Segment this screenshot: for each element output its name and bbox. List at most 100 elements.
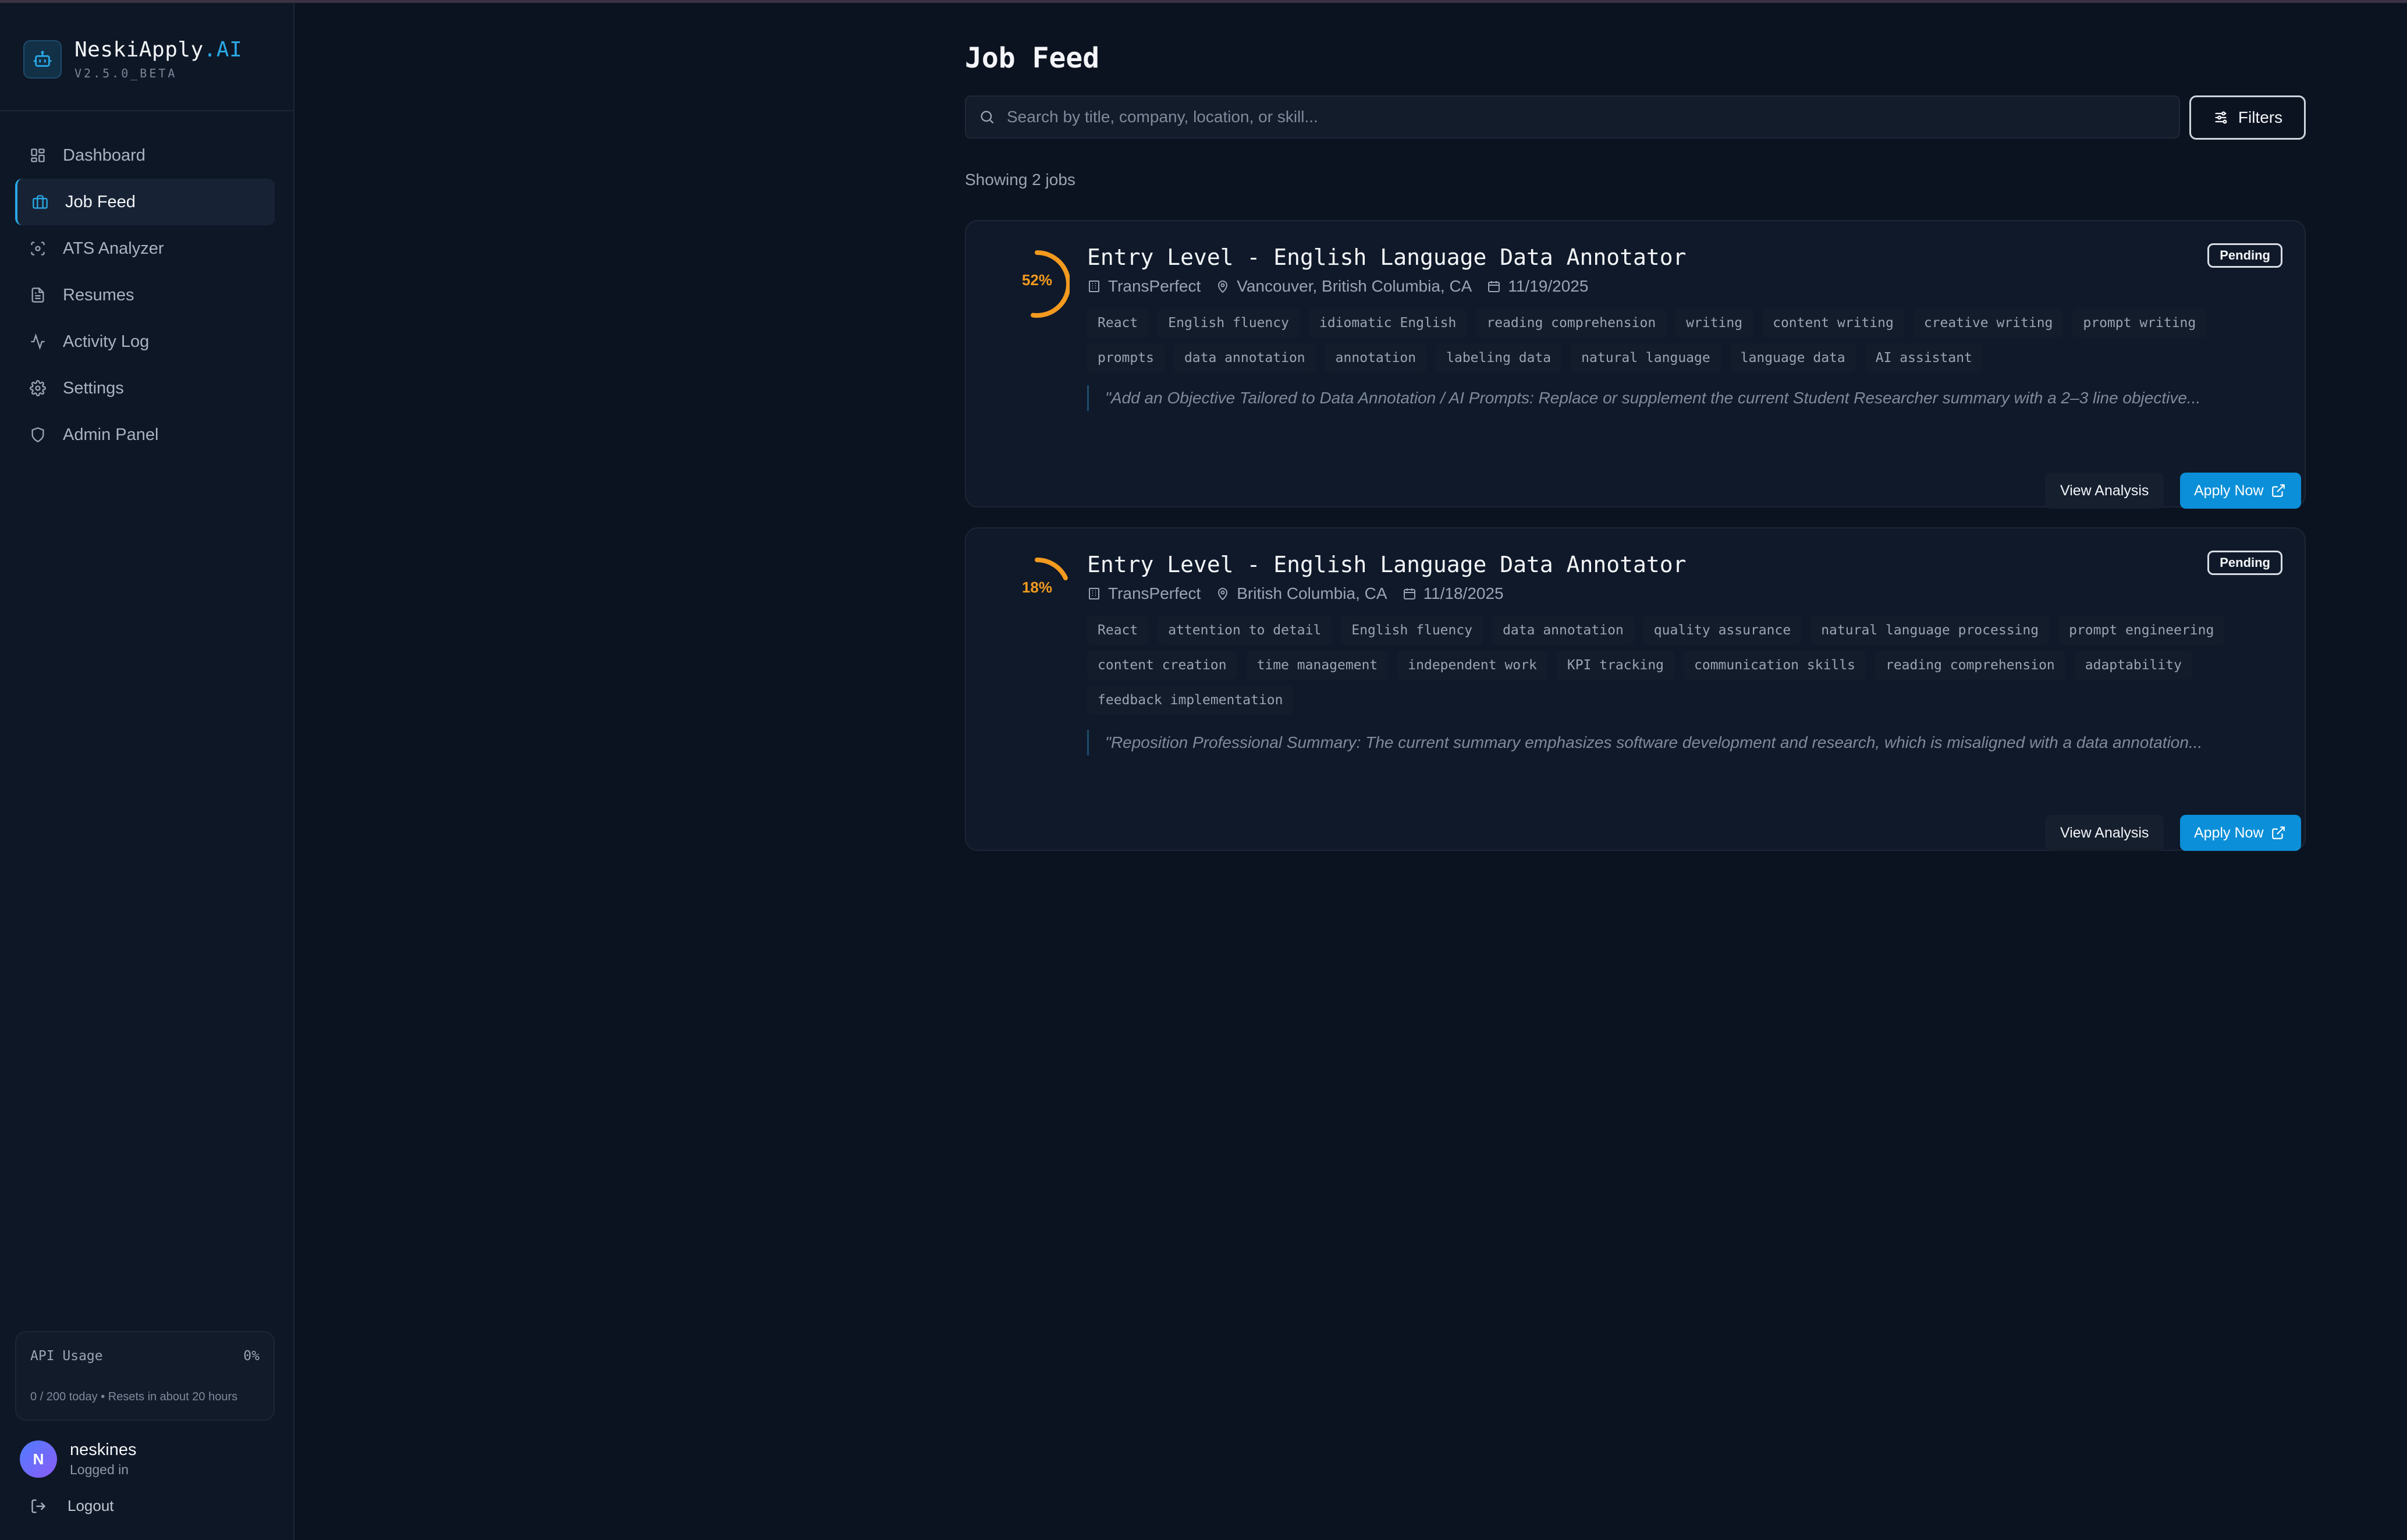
- sidebar-item-admin-panel[interactable]: Admin Panel: [15, 411, 275, 458]
- scan-icon: [29, 240, 47, 257]
- logout-icon: [30, 1498, 48, 1515]
- building-icon: [1087, 586, 1102, 601]
- skill-tag: data annotation: [1173, 343, 1316, 372]
- external-link-icon: [2271, 825, 2287, 841]
- sidebar-item-label: ATS Analyzer: [63, 239, 164, 258]
- job-company: TransPerfect: [1108, 277, 1201, 295]
- job-company: TransPerfect: [1108, 584, 1201, 602]
- building-icon: [1087, 279, 1102, 294]
- api-usage-detail: 0 / 200 today • Resets in about 20 hours: [30, 1390, 238, 1403]
- sidebar-item-dashboard[interactable]: Dashboard: [15, 132, 275, 179]
- sidebar-item-activity-log[interactable]: Activity Log: [15, 318, 275, 365]
- user-profile[interactable]: N neskines Logged in: [20, 1440, 136, 1478]
- skill-tag: creative writing: [1913, 308, 2064, 338]
- api-usage-title: API Usage: [30, 1349, 103, 1364]
- search-input[interactable]: [1007, 108, 2179, 126]
- skill-tag: feedback implementation: [1087, 686, 1294, 715]
- skill-tag: writing: [1675, 308, 1753, 338]
- sliders-icon: [2213, 109, 2230, 126]
- apply-now-label: Apply Now: [2194, 824, 2264, 841]
- page-title: Job Feed: [965, 42, 1100, 74]
- skill-tag: quality assurance: [1643, 616, 1802, 645]
- apply-now-button[interactable]: Apply Now: [2180, 473, 2301, 509]
- sidebar-item-label: Settings: [63, 378, 124, 398]
- api-usage-percent: 0%: [243, 1349, 260, 1364]
- skill-tag: prompt engineering: [2058, 616, 2225, 645]
- calendar-icon: [1487, 279, 1502, 294]
- robot-icon: [23, 40, 62, 79]
- skill-tag: AI assistant: [1865, 343, 1983, 372]
- job-card: 52% Entry Level - English Language Data …: [965, 220, 2306, 509]
- match-score: 18%: [1021, 579, 1053, 596]
- resume-suggestion: "Add an Objective Tailored to Data Annot…: [1087, 385, 2274, 411]
- skill-tags: React attention to detail English fluenc…: [1087, 616, 2274, 721]
- skill-tag: language data: [1730, 343, 1856, 372]
- job-card: 18% Entry Level - English Language Data …: [965, 527, 2306, 851]
- app-version: V2.5.0_BETA: [74, 66, 177, 80]
- view-analysis-button[interactable]: View Analysis: [2045, 815, 2164, 851]
- sidebar-item-resumes[interactable]: Resumes: [15, 272, 275, 318]
- skill-tag: data annotation: [1492, 616, 1634, 645]
- job-date: 11/19/2025: [1508, 277, 1589, 295]
- search-bar: [965, 95, 2180, 139]
- calendar-icon: [1403, 586, 1418, 601]
- status-badge: Pending: [2207, 551, 2282, 575]
- user-name: neskines: [70, 1440, 137, 1459]
- apply-now-button[interactable]: Apply Now: [2180, 815, 2301, 851]
- grid-icon: [29, 147, 47, 164]
- job-title[interactable]: Entry Level - English Language Data Anno…: [1087, 244, 1687, 270]
- skill-tag: natural language processing: [1810, 616, 2050, 645]
- shield-icon: [29, 426, 47, 443]
- skill-tag: idiomatic English: [1308, 308, 1467, 338]
- gear-icon: [29, 379, 47, 397]
- skill-tag: content writing: [1762, 308, 1904, 338]
- filters-button[interactable]: Filters: [2189, 95, 2306, 140]
- job-title[interactable]: Entry Level - English Language Data Anno…: [1087, 552, 1687, 577]
- skill-tag: React: [1087, 308, 1149, 338]
- document-icon: [29, 286, 47, 304]
- sidebar-nav: Dashboard Job Feed ATS Analyzer Resumes …: [15, 132, 275, 458]
- brand[interactable]: NeskiApply.AI V2.5.0_BETA: [23, 38, 242, 80]
- skill-tag: KPI tracking: [1556, 651, 1675, 680]
- skill-tag: natural language: [1571, 343, 1721, 372]
- match-score: 52%: [1021, 271, 1053, 289]
- skill-tag: communication skills: [1684, 651, 1866, 680]
- sidebar-item-ats-analyzer[interactable]: ATS Analyzer: [15, 225, 275, 272]
- job-meta: TransPerfect Vancouver, British Columbia…: [1087, 277, 1603, 296]
- sidebar-item-label: Admin Panel: [63, 425, 159, 444]
- sidebar-item-settings[interactable]: Settings: [15, 365, 275, 411]
- skill-tag: annotation: [1325, 343, 1427, 372]
- skill-tag: independent work: [1397, 651, 1547, 680]
- resume-suggestion: "Reposition Professional Summary: The cu…: [1087, 730, 2274, 755]
- skill-tag: prompt writing: [2072, 308, 2207, 338]
- logout-label: Logout: [68, 1497, 114, 1514]
- avatar: N: [20, 1440, 57, 1478]
- job-location: British Columbia, CA: [1237, 584, 1387, 602]
- skill-tag: attention to detail: [1158, 616, 1332, 645]
- sidebar-item-job-feed[interactable]: Job Feed: [15, 179, 275, 225]
- job-location: Vancouver, British Columbia, CA: [1237, 277, 1472, 295]
- sidebar-item-label: Resumes: [63, 285, 134, 304]
- skill-tag: English fluency: [1158, 308, 1300, 338]
- filters-label: Filters: [2238, 108, 2283, 126]
- api-usage-card: API Usage 0% 0 / 200 today • Resets in a…: [15, 1331, 275, 1421]
- user-status: Logged in: [70, 1462, 129, 1477]
- logout-button[interactable]: Logout: [30, 1497, 114, 1515]
- window-top-border: [0, 0, 2407, 3]
- skill-tags: React English fluency idiomatic English …: [1087, 308, 2274, 378]
- skill-tag: time management: [1246, 651, 1389, 680]
- view-analysis-button[interactable]: View Analysis: [2045, 473, 2164, 509]
- sidebar-item-label: Job Feed: [65, 192, 136, 211]
- briefcase-icon: [31, 193, 49, 211]
- skill-tag: reading comprehension: [1875, 651, 2065, 680]
- job-meta: TransPerfect British Columbia, CA 11/18/…: [1087, 584, 1519, 603]
- job-date: 11/18/2025: [1423, 584, 1504, 602]
- sidebar-item-label: Dashboard: [63, 146, 145, 165]
- search-icon: [979, 108, 997, 126]
- sidebar-item-label: Activity Log: [63, 332, 150, 351]
- divider: [0, 110, 293, 111]
- results-count: Showing 2 jobs: [965, 171, 1075, 189]
- skill-tag: labeling data: [1436, 343, 1562, 372]
- skill-tag: prompts: [1087, 343, 1165, 372]
- skill-tag: adaptability: [2074, 651, 2192, 680]
